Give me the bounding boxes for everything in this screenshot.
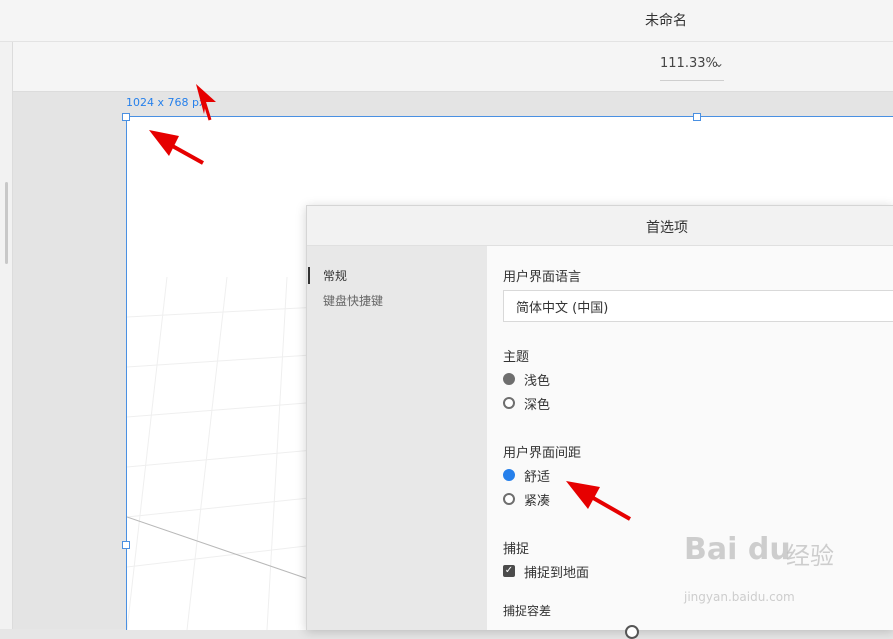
dialog-title: 首选项 (646, 220, 688, 236)
watermark-cn: 经验 (786, 542, 834, 570)
snap-label: 捕捉 (503, 542, 530, 557)
document-title: 未命名 (645, 13, 687, 29)
spacing-option-comfortable-label: 舒适 (524, 470, 551, 485)
ui-language-select[interactable]: 简体中文 (中国) (503, 290, 893, 322)
spacing-option-compact-label: 紧凑 (524, 494, 551, 509)
theme-option-dark-label: 深色 (524, 398, 551, 413)
radio-unselected-icon (503, 397, 515, 409)
snap-tolerance-slider-thumb[interactable] (625, 625, 639, 639)
preferences-content: 用户界面语言 简体中文 (中国) 主题 浅色 深色 用户界面间距 舒适 紧凑 捕… (487, 246, 893, 639)
radio-selected-icon (503, 469, 515, 481)
theme-label: 主题 (503, 350, 530, 365)
theme-option-light-label: 浅色 (524, 374, 551, 389)
checkbox-checked-icon: ✓ (503, 565, 515, 577)
zoom-value: 111.33% (660, 56, 718, 71)
snap-to-ground-label: 捕捉到地面 (524, 566, 590, 581)
artboard-handle-top-left[interactable] (122, 113, 130, 121)
nav-item-keyboard-shortcuts[interactable]: 键盘快捷键 (323, 292, 383, 309)
preferences-nav: 常规 键盘快捷键 (307, 246, 487, 630)
annotation-arrow-icon (196, 84, 216, 121)
left-rail (0, 42, 13, 629)
rail-scroll-handle[interactable] (5, 182, 8, 264)
radio-selected-icon (503, 373, 515, 385)
snap-tolerance-label: 捕捉容差 (503, 604, 552, 618)
ui-language-label: 用户界面语言 (503, 270, 582, 285)
toolbar: 111.33% ⌄ (13, 42, 893, 92)
watermark-url: jingyan.baidu.com (684, 590, 795, 604)
artboard-handle-top-center[interactable] (693, 113, 701, 121)
watermark-brand: Bai du (684, 532, 791, 567)
dialog-header: 首选项 (307, 206, 893, 246)
nav-item-general[interactable]: 常规 (307, 267, 347, 284)
radio-unselected-icon (503, 493, 515, 505)
ui-spacing-label: 用户界面间距 (503, 446, 582, 461)
artboard-handle-middle-left[interactable] (122, 541, 130, 549)
annotation-arrow-icon (149, 130, 204, 165)
title-bar: 未命名 (0, 0, 893, 42)
chevron-down-icon: ⌄ (714, 56, 724, 70)
zoom-dropdown[interactable]: 111.33% ⌄ (660, 56, 724, 81)
annotation-arrow-icon (566, 481, 631, 521)
